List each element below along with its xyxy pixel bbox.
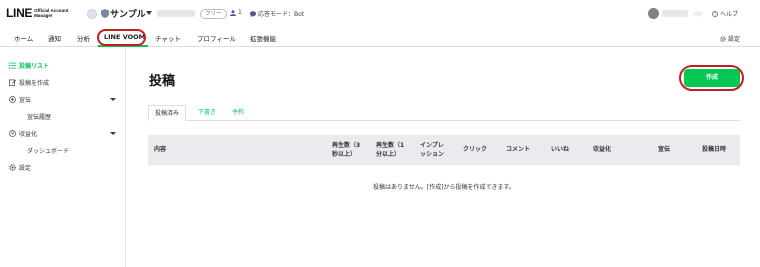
tab-published[interactable]: 投稿済み — [148, 105, 187, 121]
sidebar-item-dashboard[interactable]: ダッシュボード — [27, 146, 69, 155]
column-likes: いいね — [551, 146, 570, 153]
plan-badge: フリー — [200, 9, 227, 19]
nav-chat[interactable]: チャット — [155, 33, 181, 43]
settings-label: 設定 — [728, 36, 741, 43]
friends-count[interactable]: 1 — [230, 9, 242, 16]
column-post-date: 投稿日時 — [702, 146, 727, 153]
help-label: ヘルプ — [720, 11, 739, 18]
megaphone-icon — [9, 96, 16, 103]
column-impressions-line1: インプレ — [420, 142, 444, 149]
column-plays-1m-line2: 分以上） — [376, 151, 401, 158]
gear-icon — [720, 35, 726, 42]
column-promotion: 宣伝 — [658, 146, 671, 153]
sidebar-item-label: 収益化 — [19, 131, 38, 138]
list-icon — [9, 62, 16, 69]
svg-text:¥: ¥ — [11, 131, 14, 137]
column-plays-3s: 再生数（3 秒以上） — [332, 141, 360, 159]
friends-count-value: 1 — [238, 9, 242, 16]
sidebar-item-promotion-history[interactable]: 宣伝履歴 — [27, 112, 51, 121]
column-plays-3s-line1: 再生数（3 — [332, 142, 361, 149]
account-id-blurred — [157, 10, 195, 17]
verified-shield-icon — [101, 9, 109, 18]
coin-icon: ¥ — [9, 130, 16, 137]
sidebar-item-monetization[interactable]: ¥ 収益化 — [9, 129, 37, 138]
column-clicks: クリック — [463, 146, 488, 153]
nav-extensions[interactable]: 拡張機能 — [250, 33, 276, 43]
column-comments: コメント — [506, 146, 531, 153]
page-title: 投稿 — [149, 74, 176, 89]
table-header: 内容 再生数（3 秒以上） 再生数（1 分以上） インプレ ッション クリック … — [148, 135, 740, 165]
sidebar-item-label: 投稿リスト — [19, 63, 50, 70]
logo-subtext: Official Account Manager — [34, 8, 68, 18]
nav-notifications[interactable]: 通知 — [48, 33, 61, 43]
empty-state-message: 投稿はありません。[作成]から投稿を作成できます。 — [373, 184, 515, 191]
tab-scheduled[interactable]: 予約 — [226, 105, 250, 121]
tab-drafts[interactable]: 下書き — [192, 105, 222, 121]
sidebar-item-label: 投稿を作成 — [19, 80, 50, 87]
chat-bubble-icon — [250, 10, 256, 17]
column-plays-3s-line2: 秒以上） — [332, 151, 357, 158]
sidebar-item-settings[interactable]: 設定 — [9, 163, 31, 172]
help-icon: ? — [712, 10, 718, 17]
user-name-blurred — [662, 10, 688, 17]
account-name[interactable]: サンプル — [110, 7, 146, 20]
sidebar-item-post-list[interactable]: 投稿リスト — [9, 61, 49, 70]
column-plays-1m: 再生数（1 分以上） — [376, 141, 404, 159]
column-plays-1m-line1: 再生数（1 — [376, 142, 405, 149]
sidebar: 投稿リスト 投稿を作成 宣伝 宣伝履歴 ¥ 収益化 ダッシュボード 設定 — [0, 48, 126, 267]
logo-text: LINE — [6, 6, 33, 20]
edit-icon — [9, 79, 16, 86]
chevron-down-icon[interactable] — [110, 98, 116, 101]
settings-link[interactable]: 設定 — [720, 34, 740, 43]
response-mode[interactable]: 応答モード：Bot — [250, 9, 304, 18]
sidebar-item-label: 設定 — [19, 165, 32, 172]
user-suffix-blurred — [693, 11, 703, 16]
sidebar-item-create-post[interactable]: 投稿を作成 — [9, 78, 49, 87]
line-oa-logo[interactable]: LINE Official Account Manager — [6, 6, 68, 20]
user-avatar[interactable] — [648, 8, 659, 19]
gear-icon — [9, 164, 16, 171]
post-tabs: 投稿済み 下書き 予約 — [148, 105, 740, 121]
column-impressions-line2: ッション — [420, 151, 445, 158]
nav-profile[interactable]: プロフィール — [197, 33, 236, 43]
account-avatar[interactable] — [87, 9, 97, 19]
column-content: 内容 — [154, 146, 167, 153]
nav-analytics[interactable]: 分析 — [77, 33, 90, 43]
chevron-down-icon[interactable] — [146, 11, 152, 15]
chevron-down-icon[interactable] — [110, 132, 116, 135]
column-monetization: 収益化 — [593, 146, 612, 153]
top-bar: LINE Official Account Manager サンプル フリー 1… — [0, 0, 760, 27]
sidebar-item-label: 宣伝 — [19, 97, 32, 104]
response-mode-label: 応答モード：Bot — [258, 11, 305, 18]
nav-home[interactable]: ホーム — [14, 33, 33, 43]
person-icon — [230, 9, 236, 16]
highlight-ring-nav — [97, 29, 146, 46]
highlight-ring-create — [679, 65, 744, 91]
help-link[interactable]: ? ヘルプ — [712, 9, 738, 18]
column-impressions: インプレ ッション — [420, 141, 444, 159]
sidebar-item-promotion[interactable]: 宣伝 — [9, 95, 31, 104]
svg-text:?: ? — [714, 11, 716, 16]
logo-subtext-line2: Manager — [34, 13, 53, 18]
